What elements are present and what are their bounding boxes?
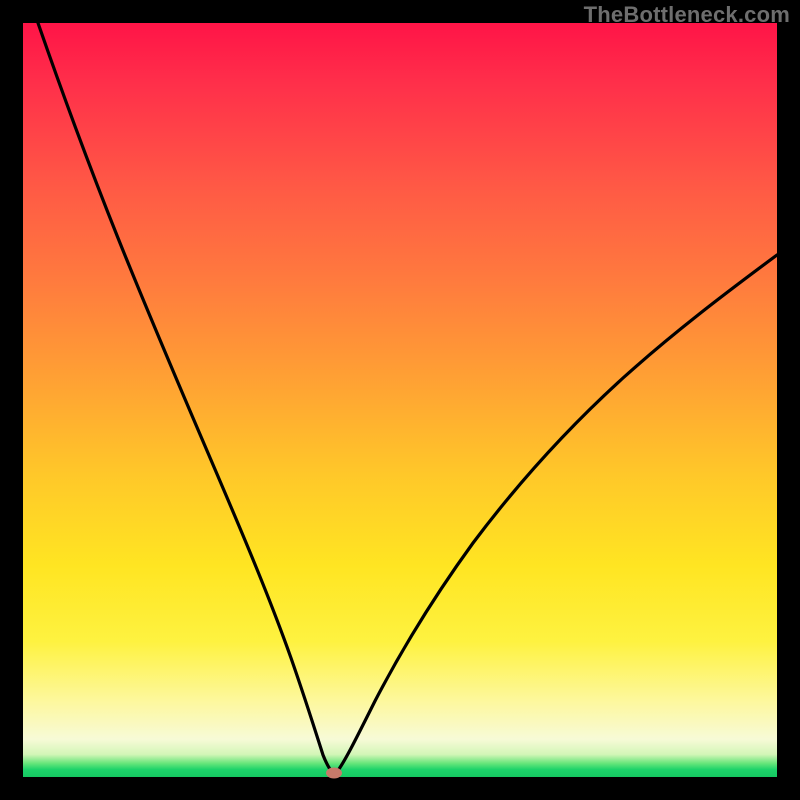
curve-right <box>336 255 777 773</box>
min-marker <box>326 768 342 779</box>
watermark-text: TheBottleneck.com <box>584 2 790 28</box>
curve-left <box>38 23 333 773</box>
chart-frame: TheBottleneck.com <box>0 0 800 800</box>
plot-area <box>23 23 777 777</box>
bottleneck-curve <box>23 23 777 777</box>
